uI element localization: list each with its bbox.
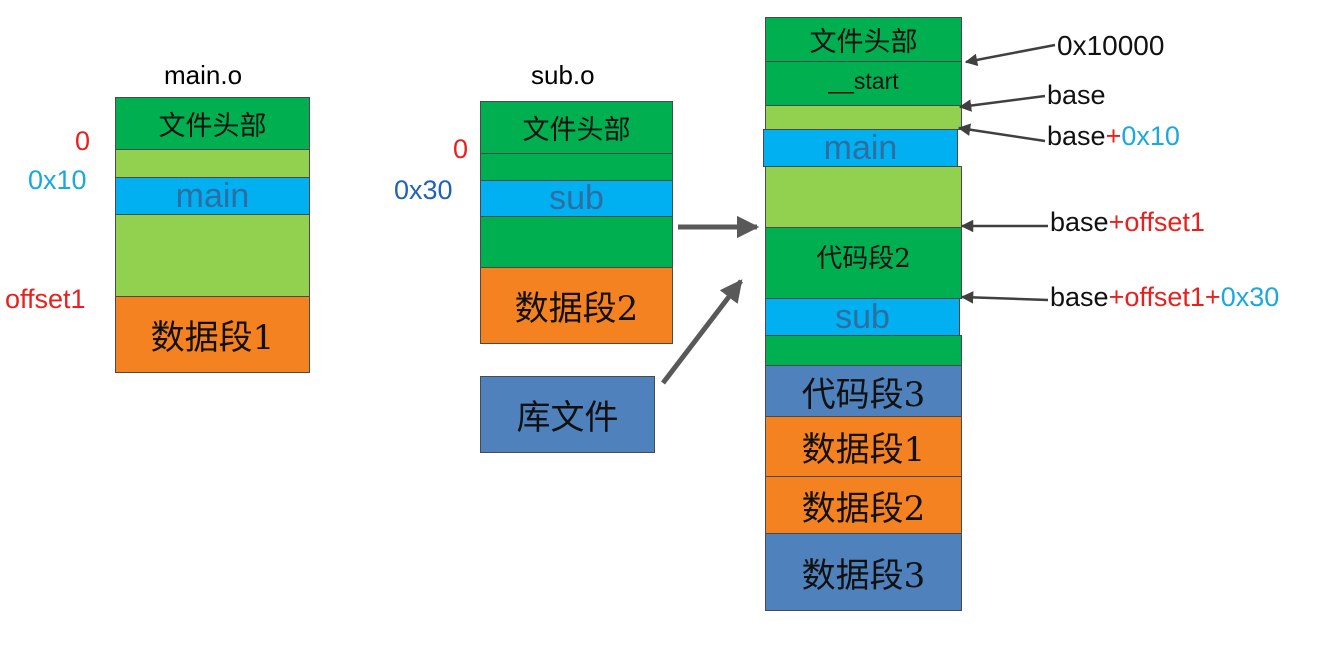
arrows-layer [661,43,1056,385]
pointer-base [958,94,1046,112]
pointer-base-sub [960,291,1049,304]
pointer-load-address [964,43,1056,67]
arrow-library-to-exe [661,279,743,385]
pointer-base-main [957,123,1046,143]
